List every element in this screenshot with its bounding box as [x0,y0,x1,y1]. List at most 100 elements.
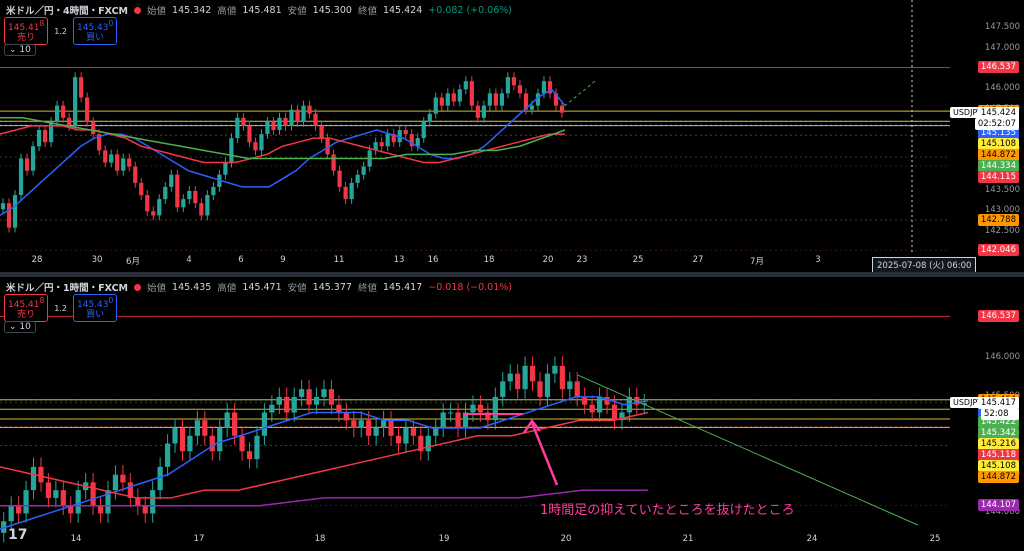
price-tag: 146.537 [977,61,1019,74]
candle [493,93,498,106]
x-axis-tick-label: 28 [31,255,43,265]
candle [241,117,246,126]
candle [53,490,59,498]
candle [433,97,438,114]
market-status-icon [134,6,142,14]
candle [164,443,171,467]
candle [112,474,119,491]
candle [139,182,144,196]
candle [269,404,275,413]
sell-label: 売り [17,310,36,320]
candle [12,195,18,228]
candle [145,195,150,212]
x-axis-tick-label: 20 [560,534,572,544]
candle [455,412,461,428]
candle [373,428,379,436]
candle [574,381,580,397]
candle [202,420,208,436]
open-label: 始値 [147,283,167,294]
candle [481,105,486,118]
candle [421,121,426,139]
high-value: 145.471 [242,281,282,293]
x-axis-tick-label: 16 [427,255,439,265]
buy-button[interactable]: 145.430 買い [73,294,118,322]
buy-price: 145.43 [77,300,109,310]
sell-button[interactable]: 145.418 売り [4,17,49,45]
candle [209,435,215,452]
open-label: 始値 [147,6,167,17]
candle [121,158,126,171]
candlestick-chart-4h[interactable] [0,0,1024,272]
candlestick-chart-1h[interactable] [0,277,1024,551]
candle [582,396,588,405]
y-axis-tick-label: 146.000 [984,83,1020,94]
symbol-title[interactable]: 米ドル／円・4時間・FXCM [6,3,128,17]
candle [283,117,288,126]
trade-buttons: 145.418 売り 1.2 145.430 買い [4,17,118,45]
indicator-count: 10 [19,322,31,332]
buy-button[interactable]: 145.430 買い [73,17,118,45]
x-axis-tick-label: 14 [70,534,82,544]
candle [181,199,186,208]
candle [319,125,324,139]
y-axis-tick-label: 147.000 [984,42,1020,53]
spread: 1.2 [54,26,68,36]
candle [425,435,431,452]
candle [187,191,192,200]
candle [500,381,506,397]
indicator-collapse-button[interactable]: ⌄ 10 [4,321,36,333]
x-axis-tick-label: 11 [333,255,345,265]
candle [470,404,476,413]
x-axis-tick-label: 18 [483,255,495,265]
y-axis-tick-label: 143.500 [984,185,1020,195]
y-axis-tick-label: 147.500 [984,22,1020,33]
symbol-title[interactable]: 米ドル／円・1時間・FXCM [6,280,128,294]
x-axis-tick-label: 20 [542,255,554,265]
candle [30,146,36,171]
candle [259,134,264,151]
projection-arrow [559,80,596,111]
candle [254,435,260,460]
candle [247,125,252,143]
moving-average-line [0,411,649,499]
candle [24,158,30,171]
chart-panel-4h[interactable]: 米ドル／円・4時間・FXCM 始値 145.342 高値 145.481 安値 145… [0,0,1024,273]
candle [75,490,81,514]
candle [313,113,318,126]
candle [517,85,523,94]
candle [403,130,408,135]
candle [559,365,565,390]
high-label: 高値 [217,6,237,17]
candle [115,154,120,171]
candle [529,365,536,382]
high-value: 145.481 [242,4,282,16]
sell-price-sup: 8 [39,296,45,305]
indicator-collapse-button[interactable]: ⌄ 10 [4,44,36,56]
chart-panel-1h[interactable]: 米ドル／円・1時間・FXCM 始値 145.435 高値 145.471 安値 145… [0,277,1024,551]
candle [151,211,156,216]
x-axis-tick-label: 17 [193,534,205,544]
sell-button[interactable]: 145.418 売り [4,294,49,322]
x-axis-tick-label: 6 [238,255,244,265]
candle [38,466,44,483]
candle [217,428,223,452]
candle [91,121,96,135]
change-value: +0.082 (+0.06%) [428,4,512,16]
candle [133,166,138,183]
trade-buttons: 145.418 売り 1.2 145.430 買い [4,294,118,322]
close-label: 終値 [357,283,377,294]
candle [445,93,450,106]
candle [246,451,253,460]
candle [337,170,342,187]
tradingview-logo[interactable]: 17 [8,527,27,543]
x-axis-tick-label: 21 [682,534,694,544]
candle [85,97,90,122]
candle [529,105,535,110]
candle [36,130,42,147]
candle [284,396,290,413]
candle [349,182,354,200]
candle [97,505,104,514]
candle [321,389,327,397]
candle [410,428,416,436]
candle [224,412,230,428]
